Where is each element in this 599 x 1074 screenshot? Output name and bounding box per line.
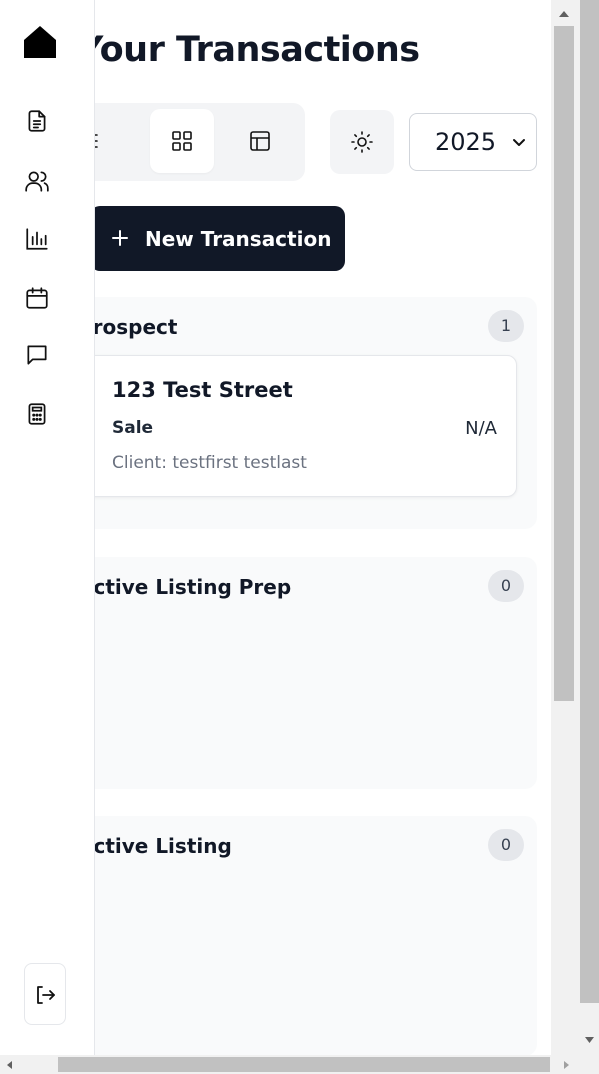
grid-icon	[172, 131, 192, 151]
year-select[interactable]: 2025	[409, 113, 537, 171]
column-active-listing: Active Listing 0	[94, 816, 537, 1055]
calendar-icon[interactable]	[24, 285, 50, 311]
view-toggle	[94, 103, 305, 181]
card-address: 123 Test Street	[112, 378, 293, 402]
chevron-down-icon	[513, 139, 525, 146]
scrollbar-corner	[580, 1055, 599, 1074]
sidebar	[0, 0, 95, 1055]
plus-icon	[112, 230, 128, 246]
new-transaction-button[interactable]: New Transaction	[94, 206, 345, 271]
table-icon	[250, 131, 270, 151]
main-content: Your Transactions 2025 New Transaction r…	[94, 0, 551, 1055]
transaction-card[interactable]: 123 Test Street Sale N/A Client: testfir…	[94, 355, 517, 497]
users-icon[interactable]	[24, 168, 50, 194]
bar-chart-icon[interactable]	[24, 226, 50, 252]
scrollbar-thumb[interactable]	[58, 1057, 550, 1072]
scrollbar-thumb[interactable]	[554, 26, 574, 701]
card-type: Sale	[112, 418, 154, 438]
sun-icon	[351, 131, 373, 153]
theme-toggle-button[interactable]	[330, 110, 394, 174]
column-title: Active Listing Prep	[94, 575, 292, 599]
card-client: Client: testfirst testlast	[112, 453, 307, 473]
message-icon[interactable]	[24, 342, 50, 368]
page-vertical-scrollbar[interactable]	[580, 0, 599, 1055]
new-transaction-label: New Transaction	[145, 227, 332, 251]
scroll-left-arrow-icon[interactable]	[3, 1058, 17, 1072]
horizontal-scrollbar[interactable]	[0, 1055, 599, 1074]
year-select-value: 2025	[435, 128, 497, 156]
scrollbar-thumb[interactable]	[580, 0, 599, 1003]
document-icon[interactable]	[24, 108, 50, 134]
page-title: Your Transactions	[94, 30, 420, 70]
column-active-listing-prep: Active Listing Prep 0	[94, 557, 537, 789]
column-prospect: Prospect 1 123 Test Street Sale N/A Clie…	[94, 297, 537, 529]
logout-button[interactable]	[24, 963, 66, 1025]
table-view-button[interactable]	[228, 109, 292, 173]
card-price: N/A	[465, 418, 497, 439]
scroll-right-arrow-icon[interactable]	[559, 1058, 573, 1072]
column-title: Prospect	[94, 315, 178, 339]
column-count-badge: 1	[488, 310, 524, 342]
calculator-icon[interactable]	[24, 401, 50, 427]
grid-view-button[interactable]	[150, 109, 214, 173]
logout-icon	[37, 986, 55, 1004]
scroll-up-arrow-icon[interactable]	[551, 2, 577, 26]
list-view-button[interactable]	[94, 109, 120, 173]
column-count-badge: 0	[488, 829, 524, 861]
house-icon[interactable]	[22, 24, 58, 60]
column-count-badge: 0	[488, 570, 524, 602]
column-title: Active Listing	[94, 834, 232, 858]
scroll-down-arrow-icon[interactable]	[580, 1030, 599, 1050]
